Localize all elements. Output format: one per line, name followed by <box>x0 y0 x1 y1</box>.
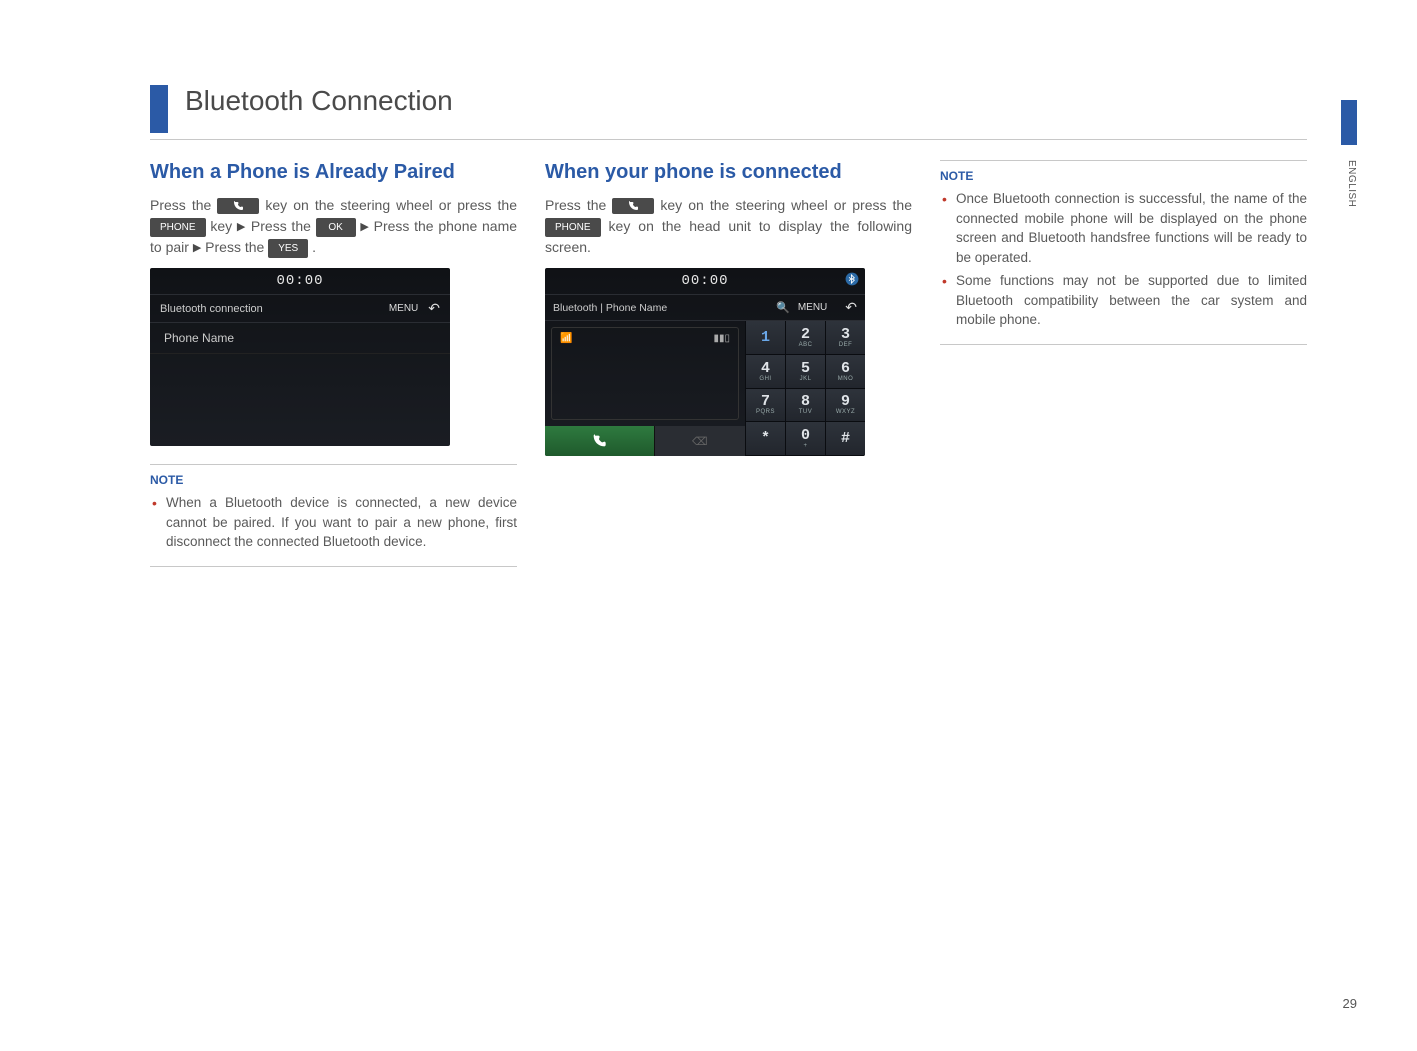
text-fragment: key <box>210 218 237 234</box>
keypad-digit: # <box>841 431 850 446</box>
section-heading-paired: When a Phone is Already Paired <box>150 160 517 185</box>
chapter-title: Bluetooth Connection <box>185 85 1307 139</box>
time-text: 00:00 <box>681 273 728 289</box>
paragraph-paired: Press the key on the steering wheel or p… <box>150 195 517 258</box>
screenshot-time: 00:00 <box>545 268 865 295</box>
screenshot-dialer: 00:00 Bluetooth | Phone Name 🔍 MENU ↶ 📶 … <box>545 268 865 456</box>
keypad-digit: 2 <box>801 327 810 342</box>
keypad-key: 8TUV <box>785 389 825 423</box>
keypad-key: 1 <box>745 321 785 355</box>
keypad-key: # <box>825 422 865 456</box>
note-item: Once Bluetooth connection is successful,… <box>940 189 1307 267</box>
screenshot-list-row: Phone Name <box>150 323 450 354</box>
note-list: Once Bluetooth connection is successful,… <box>940 189 1307 345</box>
dialer-left-panel: 📶 ▮▮▯ ⌫ <box>545 321 745 456</box>
bluetooth-icon <box>845 272 859 286</box>
dialer-bottom-row: ⌫ <box>545 426 745 456</box>
text-fragment: key on the steering wheel or press the <box>265 197 517 213</box>
keypad-digit: 3 <box>841 327 850 342</box>
dialer-body: 📶 ▮▮▯ ⌫ 12ABC3DEF4GHI5JKL6MNO7PQRS8TUV9W… <box>545 321 865 456</box>
arrow-icon: ▶ <box>360 221 373 233</box>
search-icon: 🔍 <box>776 301 790 314</box>
battery-icon: ▮▮▯ <box>713 333 730 414</box>
keypad-key: 5JKL <box>785 355 825 389</box>
note-label: NOTE <box>940 160 1307 183</box>
screenshot-menu-button: MENU <box>389 303 418 314</box>
keypad-digit: 7 <box>761 394 770 409</box>
section-heading-connected: When your phone is connected <box>545 160 912 185</box>
keypad-letters: GHI <box>759 376 771 382</box>
delete-button: ⌫ <box>655 426 745 456</box>
note-list: When a Bluetooth device is connected, a … <box>150 493 517 567</box>
column-1: When a Phone is Already Paired Press the… <box>150 160 517 567</box>
keypad-letters: + <box>803 443 807 449</box>
call-key-icon <box>612 198 654 214</box>
screenshot-bluetooth-list: 00:00 Bluetooth connection MENU ↶ Phone … <box>150 268 450 446</box>
keypad-digit: 6 <box>841 361 850 376</box>
back-icon: ↶ <box>845 299 857 316</box>
keypad-digit: 5 <box>801 361 810 376</box>
call-key-icon <box>217 198 259 214</box>
text-fragment: . <box>312 239 316 255</box>
yes-key: YES <box>268 239 308 258</box>
call-button <box>545 426 655 456</box>
keypad-letters: ABC <box>799 342 813 348</box>
screenshot-bar-title: Bluetooth connection <box>160 303 389 315</box>
keypad-key: * <box>745 422 785 456</box>
keypad-letters: PQRS <box>756 409 775 415</box>
handset-icon <box>231 200 245 212</box>
keypad-letters: MNO <box>838 376 854 382</box>
arrow-icon: ▶ <box>193 242 201 254</box>
keypad-key: 4GHI <box>745 355 785 389</box>
column-3: NOTE Once Bluetooth connection is succes… <box>940 160 1307 567</box>
keypad-digit: 1 <box>761 330 770 345</box>
keypad-digit: * <box>761 431 770 446</box>
note-item: Some functions may not be supported due … <box>940 271 1307 330</box>
title-divider <box>150 139 1307 140</box>
text-fragment: Press the <box>205 239 268 255</box>
text-fragment: Press the <box>150 197 217 213</box>
phone-key: PHONE <box>150 218 206 237</box>
screenshot-title-bar: Bluetooth | Phone Name 🔍 MENU ↶ <box>545 295 865 321</box>
keypad-letters: TUV <box>799 409 813 415</box>
arrow-icon: ▶ <box>237 221 246 233</box>
screenshot-title-bar: Bluetooth connection MENU ↶ <box>150 295 450 323</box>
handset-icon <box>626 200 640 212</box>
text-fragment: Press the <box>545 197 612 213</box>
text-fragment: Press the <box>251 218 316 234</box>
dialer-display: 📶 ▮▮▯ <box>551 327 739 420</box>
column-2: When your phone is connected Press the k… <box>545 160 912 567</box>
ok-key: OK <box>316 218 356 237</box>
keypad-digit: 0 <box>801 428 810 443</box>
right-language-tab <box>1341 100 1357 145</box>
keypad-digit: 4 <box>761 361 770 376</box>
keypad-key: 0+ <box>785 422 825 456</box>
keypad-key: 3DEF <box>825 321 865 355</box>
note-label: NOTE <box>150 464 517 487</box>
keypad-letters: WXYZ <box>836 409 855 415</box>
keypad-digit: 8 <box>801 394 810 409</box>
keypad-key: 7PQRS <box>745 389 785 423</box>
page-number: 29 <box>1343 996 1357 1011</box>
phone-key: PHONE <box>545 218 601 237</box>
keypad-letters: DEF <box>839 342 853 348</box>
keypad-key: 6MNO <box>825 355 865 389</box>
keypad-digit: 9 <box>841 394 850 409</box>
language-label: ENGLISH <box>1346 160 1357 207</box>
keypad-key: 9WXYZ <box>825 389 865 423</box>
back-icon: ↶ <box>428 300 440 317</box>
screenshot-time: 00:00 <box>150 268 450 295</box>
screenshot-bar-title: Bluetooth | Phone Name <box>553 302 667 314</box>
keypad: 12ABC3DEF4GHI5JKL6MNO7PQRS8TUV9WXYZ*0+# <box>745 321 865 456</box>
text-fragment: key on the steering wheel or press the <box>660 197 912 213</box>
paragraph-connected: Press the key on the steering wheel or p… <box>545 195 912 258</box>
left-chapter-tab <box>150 85 168 133</box>
handset-icon <box>591 433 607 449</box>
keypad-key: 2ABC <box>785 321 825 355</box>
signal-icon: 📶 <box>560 333 572 414</box>
keypad-letters: JKL <box>800 376 812 382</box>
note-item: When a Bluetooth device is connected, a … <box>150 493 517 552</box>
screenshot-menu-button: MENU <box>798 302 827 313</box>
